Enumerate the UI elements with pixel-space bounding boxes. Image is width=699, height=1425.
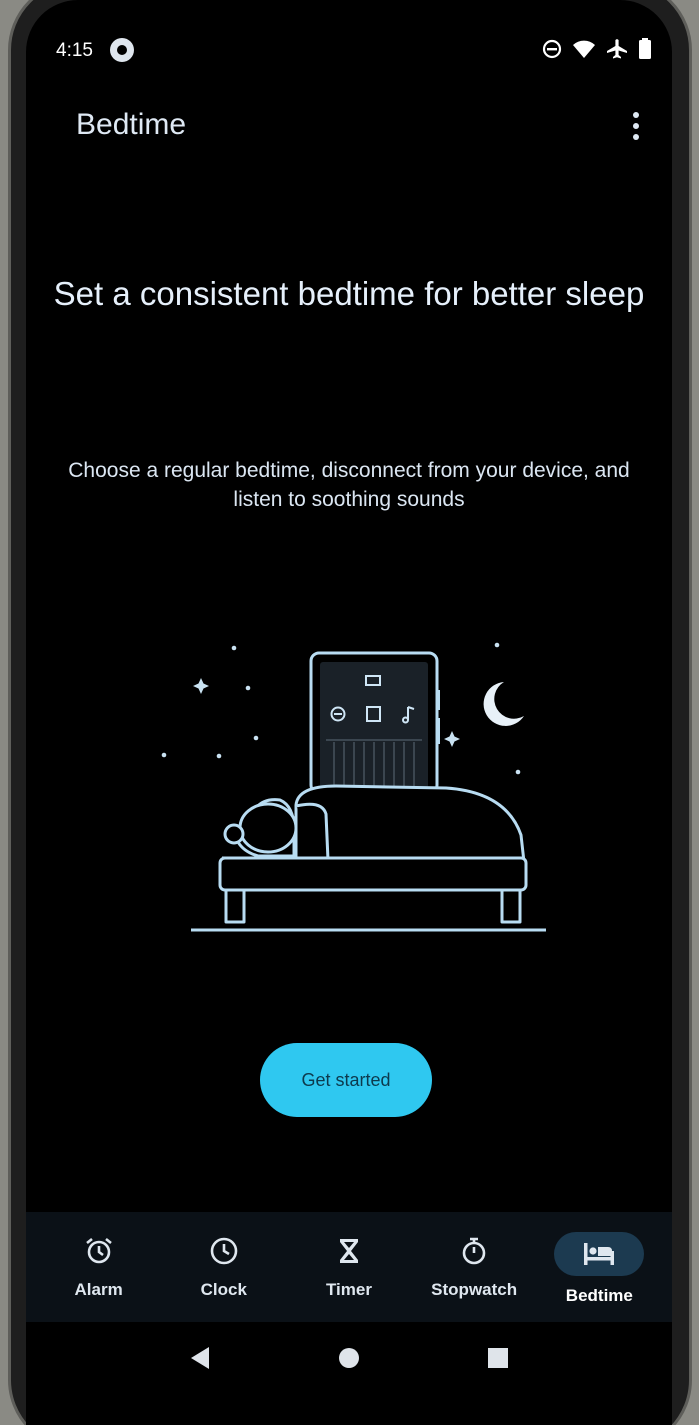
- nav-label: Bedtime: [565, 1286, 633, 1305]
- nav-label: Clock: [200, 1280, 247, 1299]
- airplane-mode-icon: [607, 39, 627, 59]
- back-icon[interactable]: [188, 1345, 212, 1371]
- clock-icon: [194, 1232, 254, 1270]
- recents-icon[interactable]: [486, 1346, 510, 1370]
- intro-description: Choose a regular bedtime, disconnect fro…: [68, 459, 630, 511]
- status-icons: [542, 38, 652, 60]
- nav-item-timer[interactable]: Timer: [293, 1212, 405, 1300]
- menu-dot: [633, 112, 639, 118]
- nav-item-clock[interactable]: Clock: [168, 1212, 280, 1300]
- intro-headline: Set a consistent bedtime for better slee…: [53, 275, 645, 312]
- hourglass-icon: [319, 1232, 379, 1270]
- status-time: 4:15: [56, 40, 93, 61]
- app-notification-icon: [110, 38, 134, 62]
- menu-dot: [633, 134, 639, 140]
- home-icon[interactable]: [337, 1346, 361, 1370]
- app-screen: 4:15 Bedtime Set a consistent bedtime fo…: [26, 0, 672, 1425]
- nav-item-stopwatch[interactable]: Stopwatch: [418, 1212, 530, 1300]
- bed-icon: [554, 1232, 645, 1276]
- wifi-icon: [573, 40, 595, 58]
- menu-dot: [633, 123, 639, 129]
- nav-label: Timer: [325, 1280, 372, 1299]
- battery-icon: [639, 38, 651, 59]
- more-vert-icon[interactable]: [630, 108, 642, 144]
- moon-icon: [483, 682, 524, 726]
- alarm-icon: [69, 1232, 129, 1270]
- stopwatch-icon: [444, 1232, 504, 1270]
- nav-item-bedtime[interactable]: Bedtime: [543, 1212, 655, 1306]
- nav-item-alarm[interactable]: Alarm: [43, 1212, 155, 1300]
- system-navigation-bar: [26, 1322, 672, 1394]
- do-not-disturb-icon: [542, 39, 562, 59]
- status-bar: 4:15: [56, 36, 652, 66]
- bed-illustration: [161, 642, 546, 932]
- bottom-navigation: Alarm Clock Timer Stopwatch Bedtime: [26, 1212, 672, 1322]
- nav-label: Stopwatch: [431, 1280, 518, 1299]
- get-started-button[interactable]: Get started: [260, 1043, 432, 1117]
- page-title: Bedtime: [76, 108, 187, 141]
- nav-label: Alarm: [74, 1280, 123, 1299]
